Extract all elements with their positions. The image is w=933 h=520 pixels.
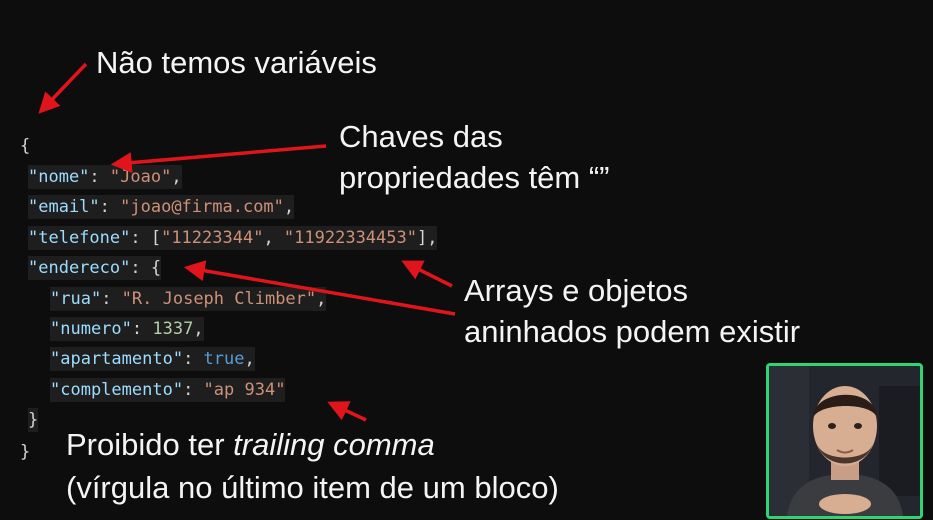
presenter-icon: [769, 366, 920, 516]
arrow-no-variables: [38, 62, 88, 114]
presenter-webcam: [766, 363, 923, 519]
arrow-keys-quotes: [110, 144, 327, 174]
arrow-array: [401, 260, 453, 288]
arrow-nested-object: [183, 260, 456, 316]
arrow-trailing-comma: [327, 401, 367, 422]
